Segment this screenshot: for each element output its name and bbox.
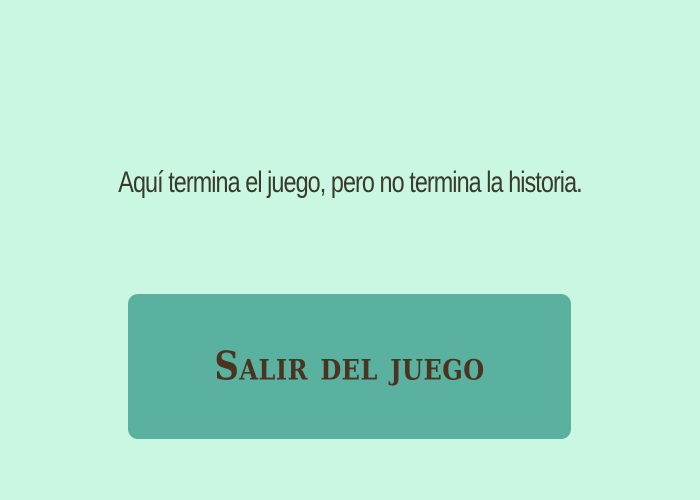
end-message: Aquí termina el juego, pero no termina l… — [118, 166, 582, 199]
game-end-screen: Aquí termina el juego, pero no termina l… — [0, 0, 700, 500]
exit-game-button-label: Salir del juego — [214, 343, 485, 390]
exit-game-button[interactable]: Salir del juego — [128, 294, 571, 439]
